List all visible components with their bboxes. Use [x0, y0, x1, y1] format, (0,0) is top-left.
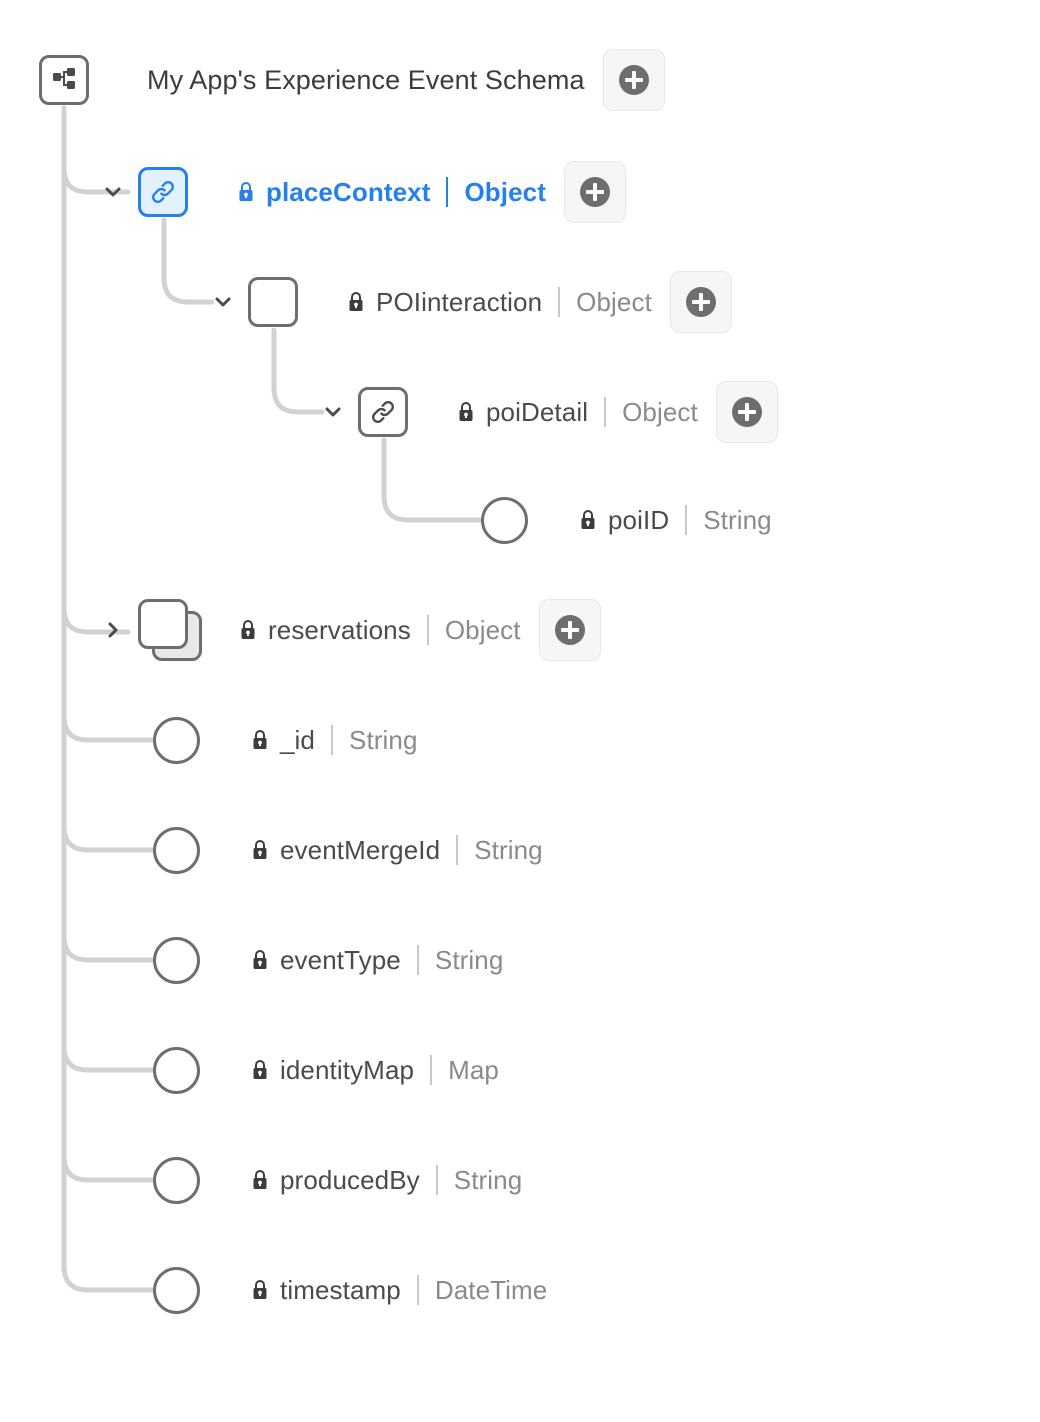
node-name-placeContext: placeContext: [266, 176, 431, 207]
node-type-reservations: Object: [444, 614, 521, 645]
lock-icon-eventType: [250, 948, 270, 972]
name-type-separator: [456, 835, 459, 865]
link-icon-poiDetail[interactable]: [358, 387, 408, 437]
name-type-separator: [446, 177, 449, 207]
node-row-placeContext[interactable]: placeContext Object: [100, 161, 626, 223]
node-row-eventType[interactable]: eventType String: [153, 932, 503, 988]
array-icon-reservations[interactable]: [138, 599, 204, 661]
name-type-separator: [416, 1275, 419, 1305]
node-name-_id: _id: [280, 724, 315, 755]
name-type-separator: [416, 945, 419, 975]
plus-icon: [685, 287, 716, 317]
add-field-button-POIinteraction[interactable]: [669, 271, 732, 333]
name-type-separator: [435, 1165, 438, 1195]
name-type-separator: [430, 1055, 433, 1085]
node-row-timestamp[interactable]: timestamp DateTime: [153, 1262, 547, 1318]
name-type-separator: [558, 287, 561, 317]
object-icon-POIinteraction[interactable]: [248, 277, 298, 327]
lock-icon-timestamp: [250, 1278, 270, 1302]
add-field-button-reservations[interactable]: [538, 599, 601, 661]
field-icon-eventMergeId[interactable]: [153, 826, 200, 874]
node-row-POIinteraction[interactable]: POIinteraction Object: [210, 271, 732, 333]
node-type-POIinteraction: Object: [576, 286, 652, 317]
plus-icon: [618, 65, 649, 95]
page-title: My App's Experience Event Schema: [147, 64, 585, 95]
node-name-producedBy: producedBy: [280, 1164, 420, 1195]
name-type-separator: [604, 397, 607, 427]
field-icon-timestamp[interactable]: [153, 1266, 200, 1314]
schema-tree-canvas: My App's Experience Event Schema placeCo…: [0, 0, 1040, 1422]
node-row-identityMap[interactable]: identityMap Map: [153, 1042, 499, 1098]
node-row-_id[interactable]: _id String: [153, 712, 418, 768]
node-row-producedBy[interactable]: producedBy String: [153, 1152, 522, 1208]
root-node-row[interactable]: My App's Experience Event Schema: [39, 49, 665, 111]
field-icon-_id[interactable]: [153, 716, 200, 764]
node-name-poiID: poiID: [608, 504, 670, 535]
node-type-producedBy: String: [453, 1164, 523, 1195]
chevron-down-icon-poiDetail[interactable]: [320, 399, 346, 425]
node-type-eventType: String: [434, 944, 504, 975]
node-name-timestamp: timestamp: [280, 1274, 401, 1305]
name-type-separator: [685, 505, 688, 535]
lock-icon-placeContext: [236, 180, 256, 204]
add-field-button-root[interactable]: [602, 49, 665, 111]
node-type-poiID: String: [703, 504, 772, 535]
node-row-poiDetail[interactable]: poiDetail Object: [320, 381, 778, 443]
field-icon-eventType[interactable]: [153, 936, 200, 984]
lock-icon-eventMergeId: [250, 838, 270, 862]
node-name-poiDetail: poiDetail: [486, 396, 589, 427]
node-name-identityMap: identityMap: [280, 1054, 415, 1085]
node-name-eventType: eventType: [280, 944, 401, 975]
lock-icon-reservations: [238, 618, 258, 642]
field-icon-identityMap[interactable]: [153, 1046, 200, 1094]
lock-icon-identityMap: [250, 1058, 270, 1082]
name-type-separator: [331, 725, 333, 755]
add-field-button-placeContext[interactable]: [563, 161, 626, 223]
node-type-placeContext: Object: [464, 176, 546, 207]
node-type-timestamp: DateTime: [434, 1274, 548, 1305]
lock-icon-poiID: [578, 508, 598, 532]
schema-icon: [39, 55, 89, 105]
lock-icon-POIinteraction: [346, 290, 366, 314]
chevron-down-icon-placeContext[interactable]: [100, 179, 126, 205]
link-icon-placeContext[interactable]: [138, 167, 188, 217]
add-field-button-poiDetail[interactable]: [715, 381, 778, 443]
plus-icon: [554, 615, 585, 645]
node-type-identityMap: Map: [448, 1054, 499, 1085]
lock-icon-producedBy: [250, 1168, 270, 1192]
node-row-eventMergeId[interactable]: eventMergeId String: [153, 822, 543, 878]
chevron-right-icon-reservations[interactable]: [100, 617, 126, 643]
plus-icon: [731, 397, 762, 427]
node-type-poiDetail: Object: [622, 396, 698, 427]
node-row-reservations[interactable]: reservations Object: [100, 599, 601, 661]
lock-icon-_id: [250, 728, 270, 752]
node-type-_id: String: [349, 724, 418, 755]
name-type-separator: [426, 615, 429, 645]
node-type-eventMergeId: String: [474, 834, 543, 865]
field-icon-producedBy[interactable]: [153, 1156, 200, 1204]
node-name-reservations: reservations: [268, 614, 411, 645]
lock-icon-poiDetail: [456, 400, 476, 424]
node-name-POIinteraction: POIinteraction: [376, 286, 543, 317]
node-row-poiID[interactable]: poiID String: [481, 492, 772, 548]
plus-icon: [579, 177, 610, 207]
node-name-eventMergeId: eventMergeId: [280, 834, 441, 865]
chevron-down-icon-POIinteraction[interactable]: [210, 289, 236, 315]
field-icon-poiID[interactable]: [481, 496, 528, 544]
